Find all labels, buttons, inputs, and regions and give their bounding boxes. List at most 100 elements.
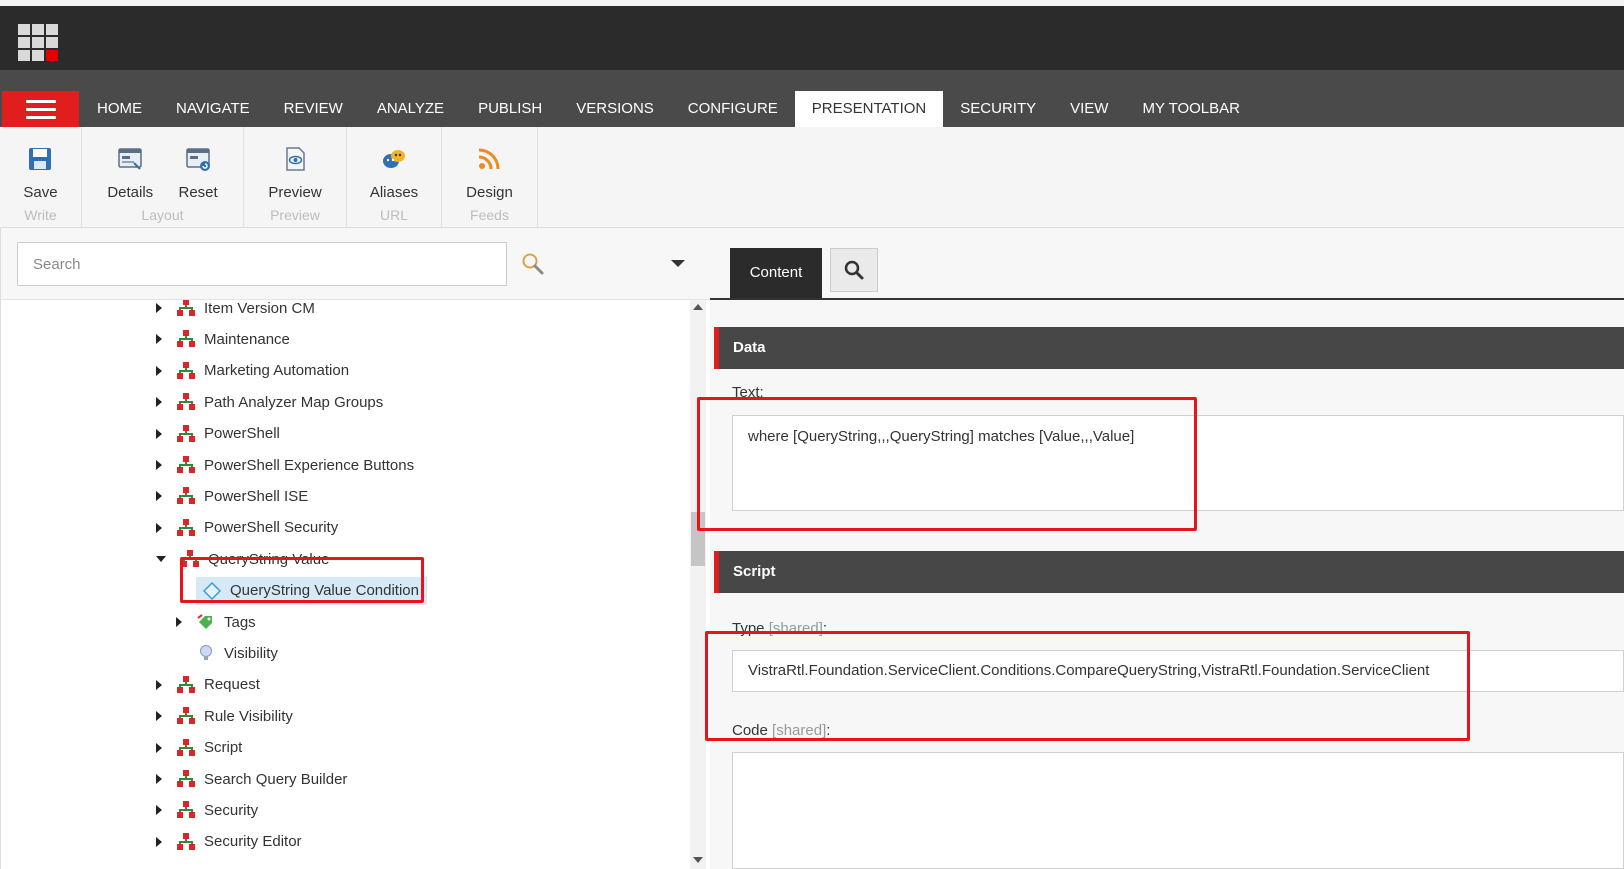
expand-arrow-icon[interactable] <box>176 617 182 627</box>
tree-item-label: QueryString Value Condition <box>230 582 419 600</box>
search-options-chevron-down-icon[interactable] <box>671 260 685 267</box>
field-label-text: Text: <box>732 384 764 401</box>
details-button[interactable]: Details <box>107 127 153 205</box>
scroll-up-icon[interactable] <box>693 304 703 310</box>
expand-arrow-icon[interactable] <box>156 491 162 502</box>
tree-item-label: Path Analyzer Map Groups <box>204 393 384 411</box>
expand-arrow-icon[interactable] <box>156 679 162 690</box>
section-header-data[interactable]: Data <box>714 327 1624 369</box>
tree-item[interactable]: Script <box>156 734 242 762</box>
rss-icon <box>475 145 503 178</box>
section-header-script[interactable]: Script <box>714 551 1624 593</box>
launchpad-icon[interactable] <box>18 24 62 64</box>
field-label-type: Type [shared]: <box>732 620 827 637</box>
tab-versions[interactable]: VERSIONS <box>559 91 671 127</box>
search-input[interactable] <box>17 242 507 286</box>
ribbon-group-label: URL <box>379 207 408 223</box>
tags-icon <box>196 612 216 632</box>
code-field[interactable] <box>732 752 1624 869</box>
tree-item[interactable]: PowerShell Experience Buttons <box>156 451 414 479</box>
code-label: Code <box>732 722 768 739</box>
tab-presentation[interactable]: PRESENTATION <box>794 91 944 127</box>
tab-review[interactable]: REVIEW <box>267 91 360 127</box>
rule-group-icon <box>176 361 196 381</box>
expand-arrow-icon[interactable] <box>156 460 162 470</box>
expand-arrow-icon[interactable] <box>156 742 162 753</box>
tree-item[interactable]: Maintenance <box>156 325 290 353</box>
layout-reset-icon <box>184 145 212 178</box>
tab-view[interactable]: VIEW <box>1053 91 1125 127</box>
preview-button[interactable]: Preview <box>268 127 322 205</box>
tree-item-label: PowerShell Experience Buttons <box>204 456 415 474</box>
top-header <box>0 0 1624 70</box>
save-button[interactable]: Save <box>23 127 58 205</box>
tree-item[interactable]: Security Editor <box>156 828 302 856</box>
tab-search[interactable] <box>830 248 878 292</box>
tree-item-selected[interactable]: QueryString Value Condition <box>176 576 427 605</box>
tab-my-toolbar[interactable]: MY TOOLBAR <box>1125 91 1257 127</box>
tab-configure[interactable]: CONFIGURE <box>671 91 795 127</box>
tree-item[interactable]: Path Analyzer Map Groups <box>156 388 383 416</box>
layout-details-icon <box>116 145 144 178</box>
tree-item[interactable]: PowerShell Security <box>156 514 338 542</box>
tab-content[interactable]: Content <box>730 248 822 298</box>
expand-arrow-icon[interactable] <box>156 334 162 345</box>
expand-arrow-icon[interactable] <box>156 805 162 816</box>
expand-arrow-icon[interactable] <box>156 836 162 847</box>
tree-item[interactable]: Search Query Builder <box>156 765 347 793</box>
scroll-down-icon[interactable] <box>693 857 703 863</box>
tree-item[interactable]: Item Version CM <box>156 300 315 322</box>
type-field[interactable]: VistraRtl.Foundation.ServiceClient.Condi… <box>732 650 1624 692</box>
text-field[interactable]: where [QueryString,,,QueryString] matche… <box>732 415 1624 511</box>
tree-item[interactable]: QueryString Value <box>156 545 329 573</box>
search-icon[interactable] <box>521 252 545 276</box>
tree-item-label: Visibility <box>224 644 278 662</box>
tab-navigate[interactable]: NAVIGATE <box>159 91 267 127</box>
code-colon: : <box>826 722 831 739</box>
expand-arrow-icon[interactable] <box>156 774 162 784</box>
expand-arrow-icon[interactable] <box>156 522 162 533</box>
rule-group-icon <box>176 424 196 444</box>
tab-publish[interactable]: PUBLISH <box>461 91 559 127</box>
ribbon-group-preview: Preview Preview <box>244 127 347 228</box>
tree-item-label: Script <box>204 739 243 757</box>
collapse-arrow-icon[interactable] <box>156 556 166 563</box>
tree-item[interactable]: Rule Visibility <box>156 702 293 730</box>
expand-arrow-icon[interactable] <box>156 428 162 439</box>
expand-arrow-icon[interactable] <box>156 303 162 313</box>
expand-arrow-icon[interactable] <box>156 397 162 408</box>
code-shared-marker: [shared] <box>772 722 827 739</box>
tree-scrollbar[interactable] <box>690 300 706 869</box>
tab-home[interactable]: HOME <box>80 91 159 127</box>
tab-security[interactable]: SECURITY <box>943 91 1053 127</box>
expand-arrow-icon[interactable] <box>156 711 162 722</box>
tree-item[interactable]: Tags <box>176 608 256 636</box>
ribbon-group-write: Save Write <box>0 127 82 228</box>
selection-highlight[interactable]: QueryString Value Condition <box>196 576 427 605</box>
tree-item[interactable]: Request <box>156 671 260 699</box>
tree-item[interactable]: PowerShell ISE <box>156 482 308 510</box>
hamburger-menu-icon[interactable] <box>2 91 79 127</box>
tree-item-label: PowerShell Security <box>204 519 339 537</box>
aliases-button[interactable]: Aliases <box>370 127 418 205</box>
rule-group-icon <box>176 832 196 852</box>
tree-item-label: Security Editor <box>204 833 302 851</box>
tree-item[interactable]: Visibility <box>176 639 278 667</box>
reset-button[interactable]: Reset <box>178 127 218 205</box>
tab-analyze[interactable]: ANALYZE <box>360 91 461 127</box>
expand-arrow-icon[interactable] <box>156 365 162 376</box>
tree-item[interactable]: Marketing Automation <box>156 357 349 385</box>
rule-group-icon <box>176 455 196 475</box>
rule-group-icon <box>176 675 196 695</box>
tree-item[interactable]: PowerShell <box>156 420 280 448</box>
rule-group-icon <box>176 518 196 538</box>
tree-item[interactable]: Security <box>156 796 258 824</box>
ribbon-group-label: Write <box>24 207 57 223</box>
tree-search-row <box>1 228 711 300</box>
ribbon-toolbar: Save Write Details Reset Layout Preview Previe… <box>0 127 1624 228</box>
rule-group-icon <box>176 329 196 349</box>
tree-item-label: Item Version CM <box>204 300 315 317</box>
rule-group-icon <box>176 738 196 758</box>
scroll-thumb[interactable] <box>691 512 705 566</box>
design-button[interactable]: Design <box>466 127 513 205</box>
